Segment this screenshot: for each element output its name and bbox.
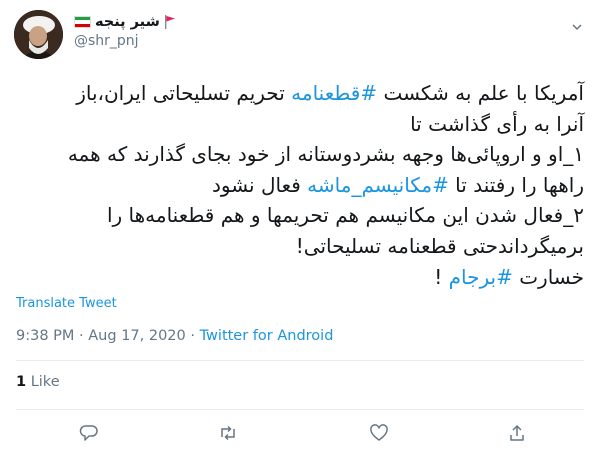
tweet-metadata: 9:38 PM · Aug 17, 2020 · Twitter for And…: [16, 328, 333, 344]
hashtag-link[interactable]: #برجام: [449, 265, 513, 289]
iran-flag-icon: [74, 16, 91, 28]
retweet-icon: [221, 425, 235, 441]
tweet-card: شیر پنجه @shr_pnj آمریکا با علم به شکست …: [0, 0, 600, 459]
share-button[interactable]: [507, 423, 527, 443]
reply-button[interactable]: [79, 423, 99, 443]
hashtag-link[interactable]: #قطعنامه: [291, 81, 377, 105]
author-info: شیر پنجه @shr_pnj: [74, 14, 176, 49]
like-button[interactable]: [369, 423, 389, 443]
tweet-text-segment: آنرا به رأی گذاشت تا: [410, 111, 584, 136]
chevron-down-icon[interactable]: [572, 22, 582, 32]
tweet-text-segment: خسارت: [512, 264, 584, 289]
heart-icon: [370, 424, 388, 441]
hashtag-link[interactable]: #مکانیسم_ماشه: [307, 173, 449, 197]
divider: [16, 360, 584, 361]
tweet-text-segment: ۲_فعال شدن این مکانیسم هم تحریمها و هم ق…: [106, 203, 584, 228]
tweet-text-segment: راهها را رفتند تا: [448, 172, 584, 197]
tweet-text-segment: !: [434, 264, 449, 289]
tweet-text-line: خسارت #برجام !: [14, 262, 584, 293]
tweet-text-line: برمیگرداندحتی قطعنامه تسلیحاتی!: [14, 231, 584, 262]
tweet-text-segment: فعال نشود: [211, 172, 308, 197]
tweet-text-segment: آمریکا با علم به شکست: [377, 81, 584, 105]
likes-stat[interactable]: 1 Like: [16, 374, 60, 390]
retweet-button[interactable]: [218, 423, 238, 443]
red-flag-icon: [164, 15, 175, 29]
display-name[interactable]: شیر پنجه: [95, 14, 160, 30]
translate-tweet-link[interactable]: Translate Tweet: [16, 296, 117, 311]
tweet-text-line: آنرا به رأی گذاشت تا: [14, 109, 584, 140]
tweet-text-segment: تحریم تسلیحاتی ایران،باز: [76, 81, 292, 105]
meta-separator: ·: [185, 328, 200, 344]
tweet-time[interactable]: 9:38 PM: [16, 328, 74, 344]
tweet-text: آمریکا با علم به شکست #قطعنامه تحریم تسل…: [14, 78, 584, 292]
tweet-source-link[interactable]: Twitter for Android: [200, 328, 334, 344]
tweet-date[interactable]: Aug 17, 2020: [88, 328, 186, 344]
user-handle[interactable]: @shr_pnj: [74, 33, 176, 49]
tweet-text-line: آمریکا با علم به شکست #قطعنامه تحریم تسل…: [14, 78, 584, 109]
likes-count: 1: [16, 374, 27, 390]
tweet-text-line: ۲_فعال شدن این مکانیسم هم تحریمها و هم ق…: [14, 200, 584, 231]
likes-label: Like: [30, 374, 60, 390]
reply-icon: [79, 425, 98, 441]
avatar[interactable]: [14, 10, 63, 59]
tweet-text-segment: برمیگرداندحتی قطعنامه تسلیحاتی!: [295, 233, 584, 258]
tweet-text-line: راهها را رفتند تا #مکانیسم_ماشه فعال نشو…: [14, 170, 584, 201]
meta-separator: ·: [74, 328, 89, 344]
tweet-text-line: ۱_او و اروپائی‌ها وجهه بشردوستانه از خود…: [14, 139, 584, 170]
share-icon: [510, 425, 524, 441]
display-name-row[interactable]: شیر پنجه: [74, 14, 176, 30]
tweet-text-segment: ۱_او و اروپائی‌ها وجهه بشردوستانه از خود…: [67, 142, 584, 167]
action-bar: [0, 423, 600, 447]
divider: [16, 409, 584, 410]
